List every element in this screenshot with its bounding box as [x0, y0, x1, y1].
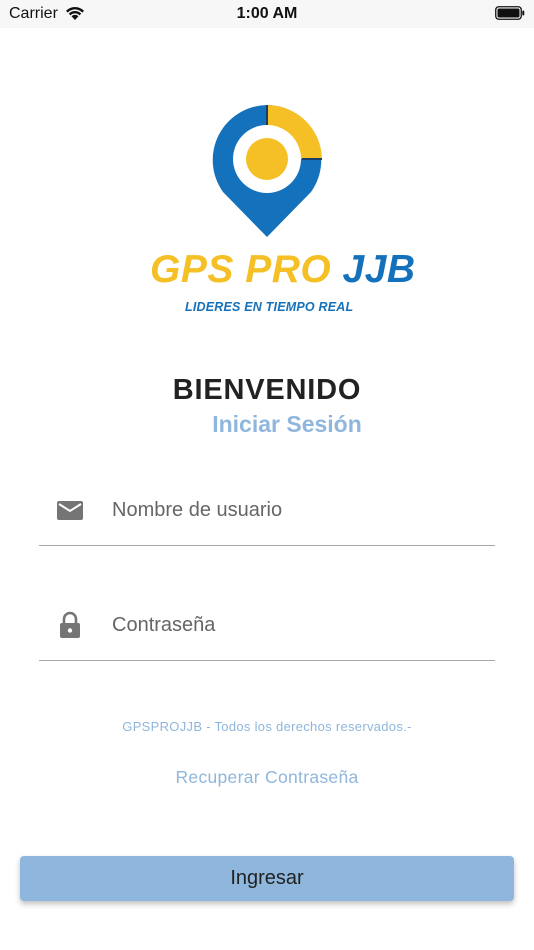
- password-input[interactable]: [112, 605, 482, 645]
- copyright-text: GPSPROJJB - Todos los derechos reservado…: [122, 719, 412, 734]
- brand-tagline: LIDERES EN TIEMPO REAL: [185, 300, 354, 314]
- status-bar: Carrier 1:00 AM: [0, 0, 534, 28]
- recover-password-link[interactable]: Recuperar Contraseña: [0, 767, 534, 788]
- status-time: 1:00 AM: [236, 5, 298, 22]
- battery-icon: [495, 6, 525, 20]
- username-field[interactable]: [39, 486, 495, 546]
- username-input[interactable]: [112, 490, 482, 530]
- page-title: BIENVENIDO: [172, 374, 362, 406]
- password-field[interactable]: [39, 601, 495, 661]
- login-button[interactable]: Ingresar: [20, 856, 514, 901]
- page-subtitle: Iniciar Sesión: [212, 411, 362, 437]
- brand-wordmark: GPS PRO JJB: [150, 248, 416, 292]
- brand-jjb: JJB: [342, 248, 416, 291]
- mail-icon: [57, 501, 83, 520]
- brand-gps-pro: GPS PRO: [150, 248, 343, 291]
- lock-icon: [60, 611, 80, 638]
